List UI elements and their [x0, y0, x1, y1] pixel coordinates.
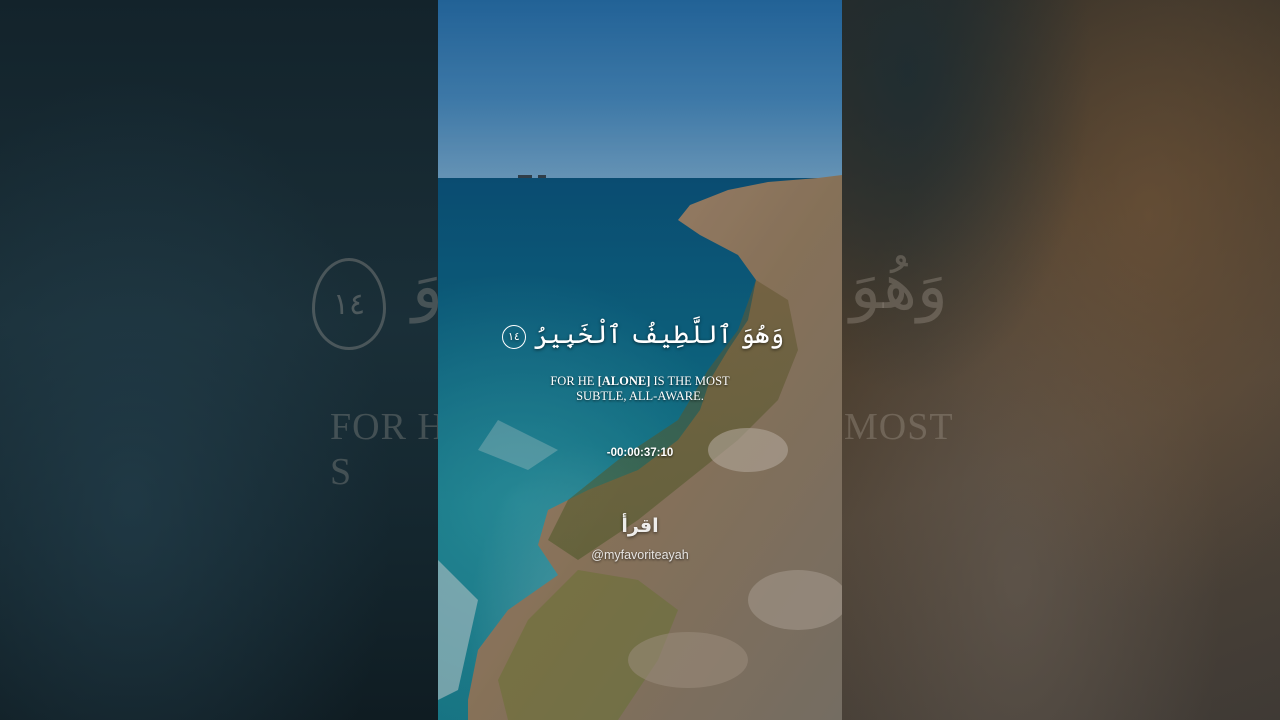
ayah-number-marker: ١٤	[501, 324, 526, 349]
verse-arabic-text: وَهُوَ ٱللَّطِيفُ ٱلْخَبِيرُ	[533, 320, 785, 349]
verse-translation: FOR HE [ALONE] IS THE MOST SUBTLE, ALL-A…	[438, 374, 842, 404]
verse-arabic: وَهُوَ ٱللَّطِيفُ ٱلْخَبِيرُ ١٤	[438, 320, 842, 349]
countdown-timer: -00:00:37:10	[606, 447, 674, 459]
video-dim-overlay	[438, 0, 842, 720]
ghost-translation-line2-left: S	[330, 451, 353, 493]
ghost-verse-right: وَهُوَ	[850, 250, 948, 324]
translation-line1-rest: IS THE MOST	[650, 374, 730, 388]
ghost-ayah-medallion: ١٤	[312, 258, 386, 350]
background-blur-right	[842, 0, 1280, 720]
translation-line2: SUBTLE, ALL-AWARE.	[576, 389, 704, 403]
brand-logo-text: اقرأ	[621, 515, 659, 537]
translation-emphasis: [ALONE]	[597, 374, 651, 388]
translation-prefix: FOR HE	[550, 374, 598, 388]
video-frame[interactable]: وَهُوَ ٱللَّطِيفُ ٱلْخَبِيرُ ١٤ FOR HE […	[438, 0, 842, 720]
ghost-translation-right: MOST	[844, 406, 954, 448]
background-blur-left	[0, 0, 438, 720]
ghost-ayah-number: ١٤	[332, 286, 366, 322]
ghost-translation-left: FOR H	[330, 406, 446, 448]
account-handle: @myfavoriteayah	[591, 548, 689, 562]
